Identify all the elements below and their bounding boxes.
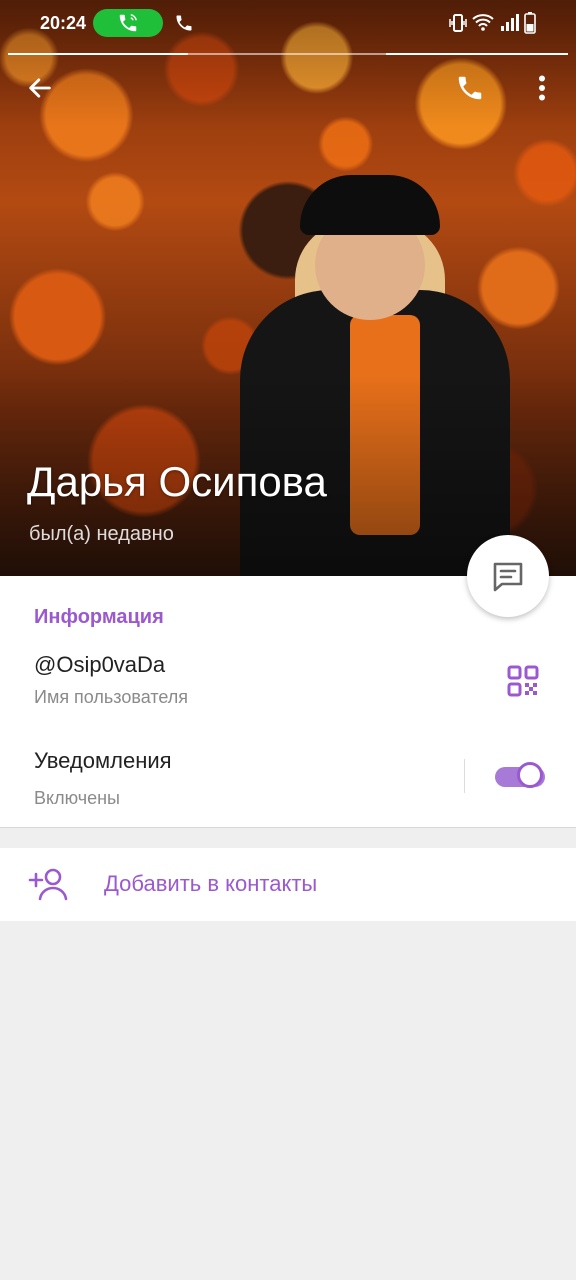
battery-icon [524,12,536,34]
call-button[interactable] [452,70,488,106]
divider [0,827,576,828]
more-vertical-icon [539,75,545,101]
ongoing-call-pill[interactable] [93,9,163,37]
profile-name: Дарья Осипова [27,458,327,505]
phone-call-icon [119,14,137,32]
status-bar: 20:24 [0,0,576,48]
phone-icon [176,15,192,31]
more-options-button[interactable] [524,70,560,106]
qr-code-icon[interactable] [506,664,540,698]
message-icon [493,562,523,592]
add-contact-button[interactable]: Добавить в контакты [0,848,576,921]
vibrate-icon [449,14,467,32]
story-progress-bar [8,53,568,55]
signal-icon [501,14,519,31]
status-time: 20:24 [40,13,87,33]
section-title: Информация [34,606,164,628]
add-contact-label: Добавить в контакты [104,871,318,896]
profile-last-seen: был(а) недавно [29,523,174,545]
info-section: Информация @Osip0vaDa Имя пользователя У… [0,576,576,827]
back-button[interactable] [22,70,58,106]
divider [464,759,465,793]
add-user-icon [28,868,68,901]
send-message-button[interactable] [467,535,549,617]
notifications-toggle[interactable] [495,762,545,790]
username-value[interactable]: @Osip0vaDa [34,652,165,678]
wifi-icon [472,14,494,31]
arrow-left-icon [29,78,51,98]
notifications-label[interactable]: Уведомления [34,748,172,774]
notifications-state: Включены [34,788,120,808]
username-caption: Имя пользователя [34,687,189,707]
phone-icon [458,76,482,100]
